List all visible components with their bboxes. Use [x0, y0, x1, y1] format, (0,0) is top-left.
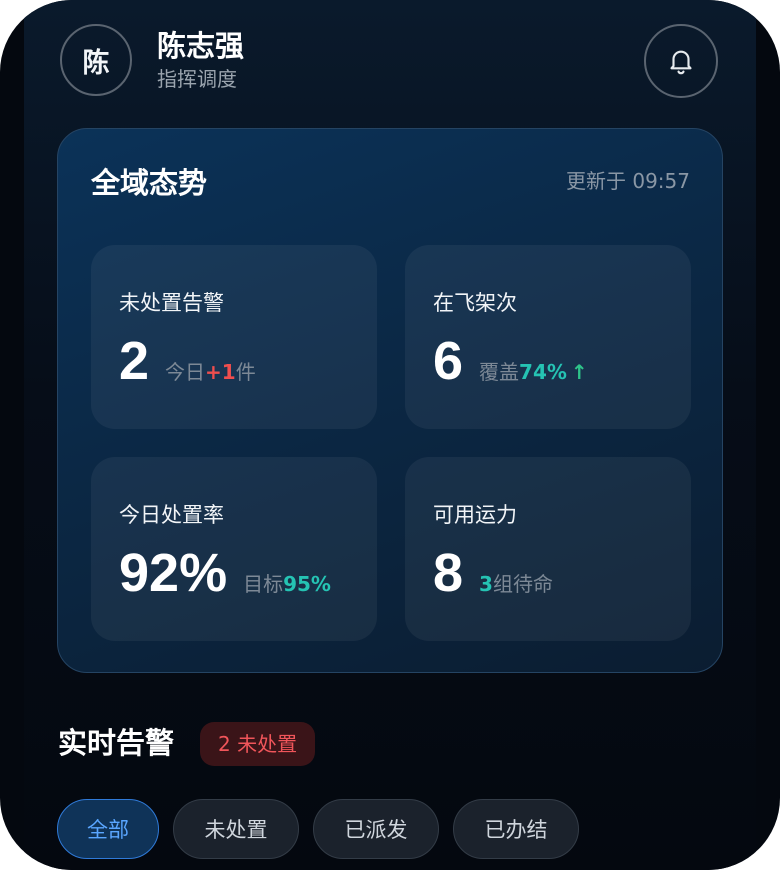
stat-note-suffix: 组待命	[492, 572, 553, 596]
stat-label: 今日处置率	[119, 503, 224, 527]
user-role: 指挥调度	[157, 67, 237, 91]
overview-title: 全域态势	[91, 166, 208, 200]
stat-note-target: 95%	[283, 572, 331, 596]
filter-chip-completed[interactable]: 已办结	[453, 799, 579, 859]
trend-up-icon: ↑	[570, 360, 588, 384]
stat-note-delta: +1	[205, 360, 236, 384]
stat-card-flights-airborne[interactable]: 在飞架次 6 覆盖74% ↑	[405, 245, 691, 429]
stat-row: 92% 目标95%	[119, 539, 331, 607]
filter-chip-all[interactable]: 全部	[57, 799, 159, 859]
stat-note: 今日+1件	[165, 358, 256, 386]
stat-note-prefix: 今日	[165, 360, 206, 384]
stat-label: 在飞架次	[433, 291, 517, 315]
filter-chip-unhandled[interactable]: 未处置	[173, 799, 299, 859]
stat-value: 2	[119, 331, 150, 391]
stat-note-count: 3	[479, 572, 493, 596]
stat-value: 8	[433, 543, 464, 603]
last-updated: 更新于 09:57	[566, 169, 690, 193]
notifications-button[interactable]	[644, 24, 718, 98]
stat-note: 目标95%	[243, 570, 331, 598]
realtime-alerts-title: 实时告警	[58, 726, 175, 760]
avatar-initial: 陈	[82, 47, 110, 79]
stat-note: 覆盖74% ↑	[479, 358, 588, 386]
stat-row: 6 覆盖74% ↑	[433, 327, 588, 395]
stat-label: 未处置告警	[119, 291, 224, 315]
unhandled-count-badge: 2 未处置	[200, 722, 316, 766]
stat-note-suffix: 件	[235, 360, 256, 384]
stat-row: 2 今日+1件	[119, 327, 256, 395]
phone-frame: 陈 陈志强 指挥调度 全域态势 更新于 09:57 未处置告警 2 今日+1件 …	[0, 0, 780, 870]
stat-note-prefix: 目标	[243, 572, 284, 596]
stat-card-disposal-rate[interactable]: 今日处置率 92% 目标95%	[91, 457, 377, 641]
filter-chip-dispatched[interactable]: 已派发	[313, 799, 439, 859]
stat-value: 92%	[119, 543, 228, 603]
situation-overview-card: 全域态势 更新于 09:57 未处置告警 2 今日+1件 在飞架次 6 覆盖74…	[57, 128, 723, 673]
stat-value: 6	[433, 331, 464, 391]
stat-label: 可用运力	[433, 503, 517, 527]
avatar[interactable]: 陈	[60, 24, 132, 96]
stat-note-coverage: 74%	[519, 360, 567, 384]
bell-icon	[670, 50, 692, 75]
stat-card-available-capacity[interactable]: 可用运力 8 3组待命	[405, 457, 691, 641]
stat-note-prefix: 覆盖	[479, 360, 520, 384]
stat-card-unhandled-alerts[interactable]: 未处置告警 2 今日+1件	[91, 245, 377, 429]
stat-row: 8 3组待命	[433, 539, 553, 607]
user-name: 陈志强	[157, 29, 245, 63]
stat-note: 3组待命	[479, 570, 553, 598]
